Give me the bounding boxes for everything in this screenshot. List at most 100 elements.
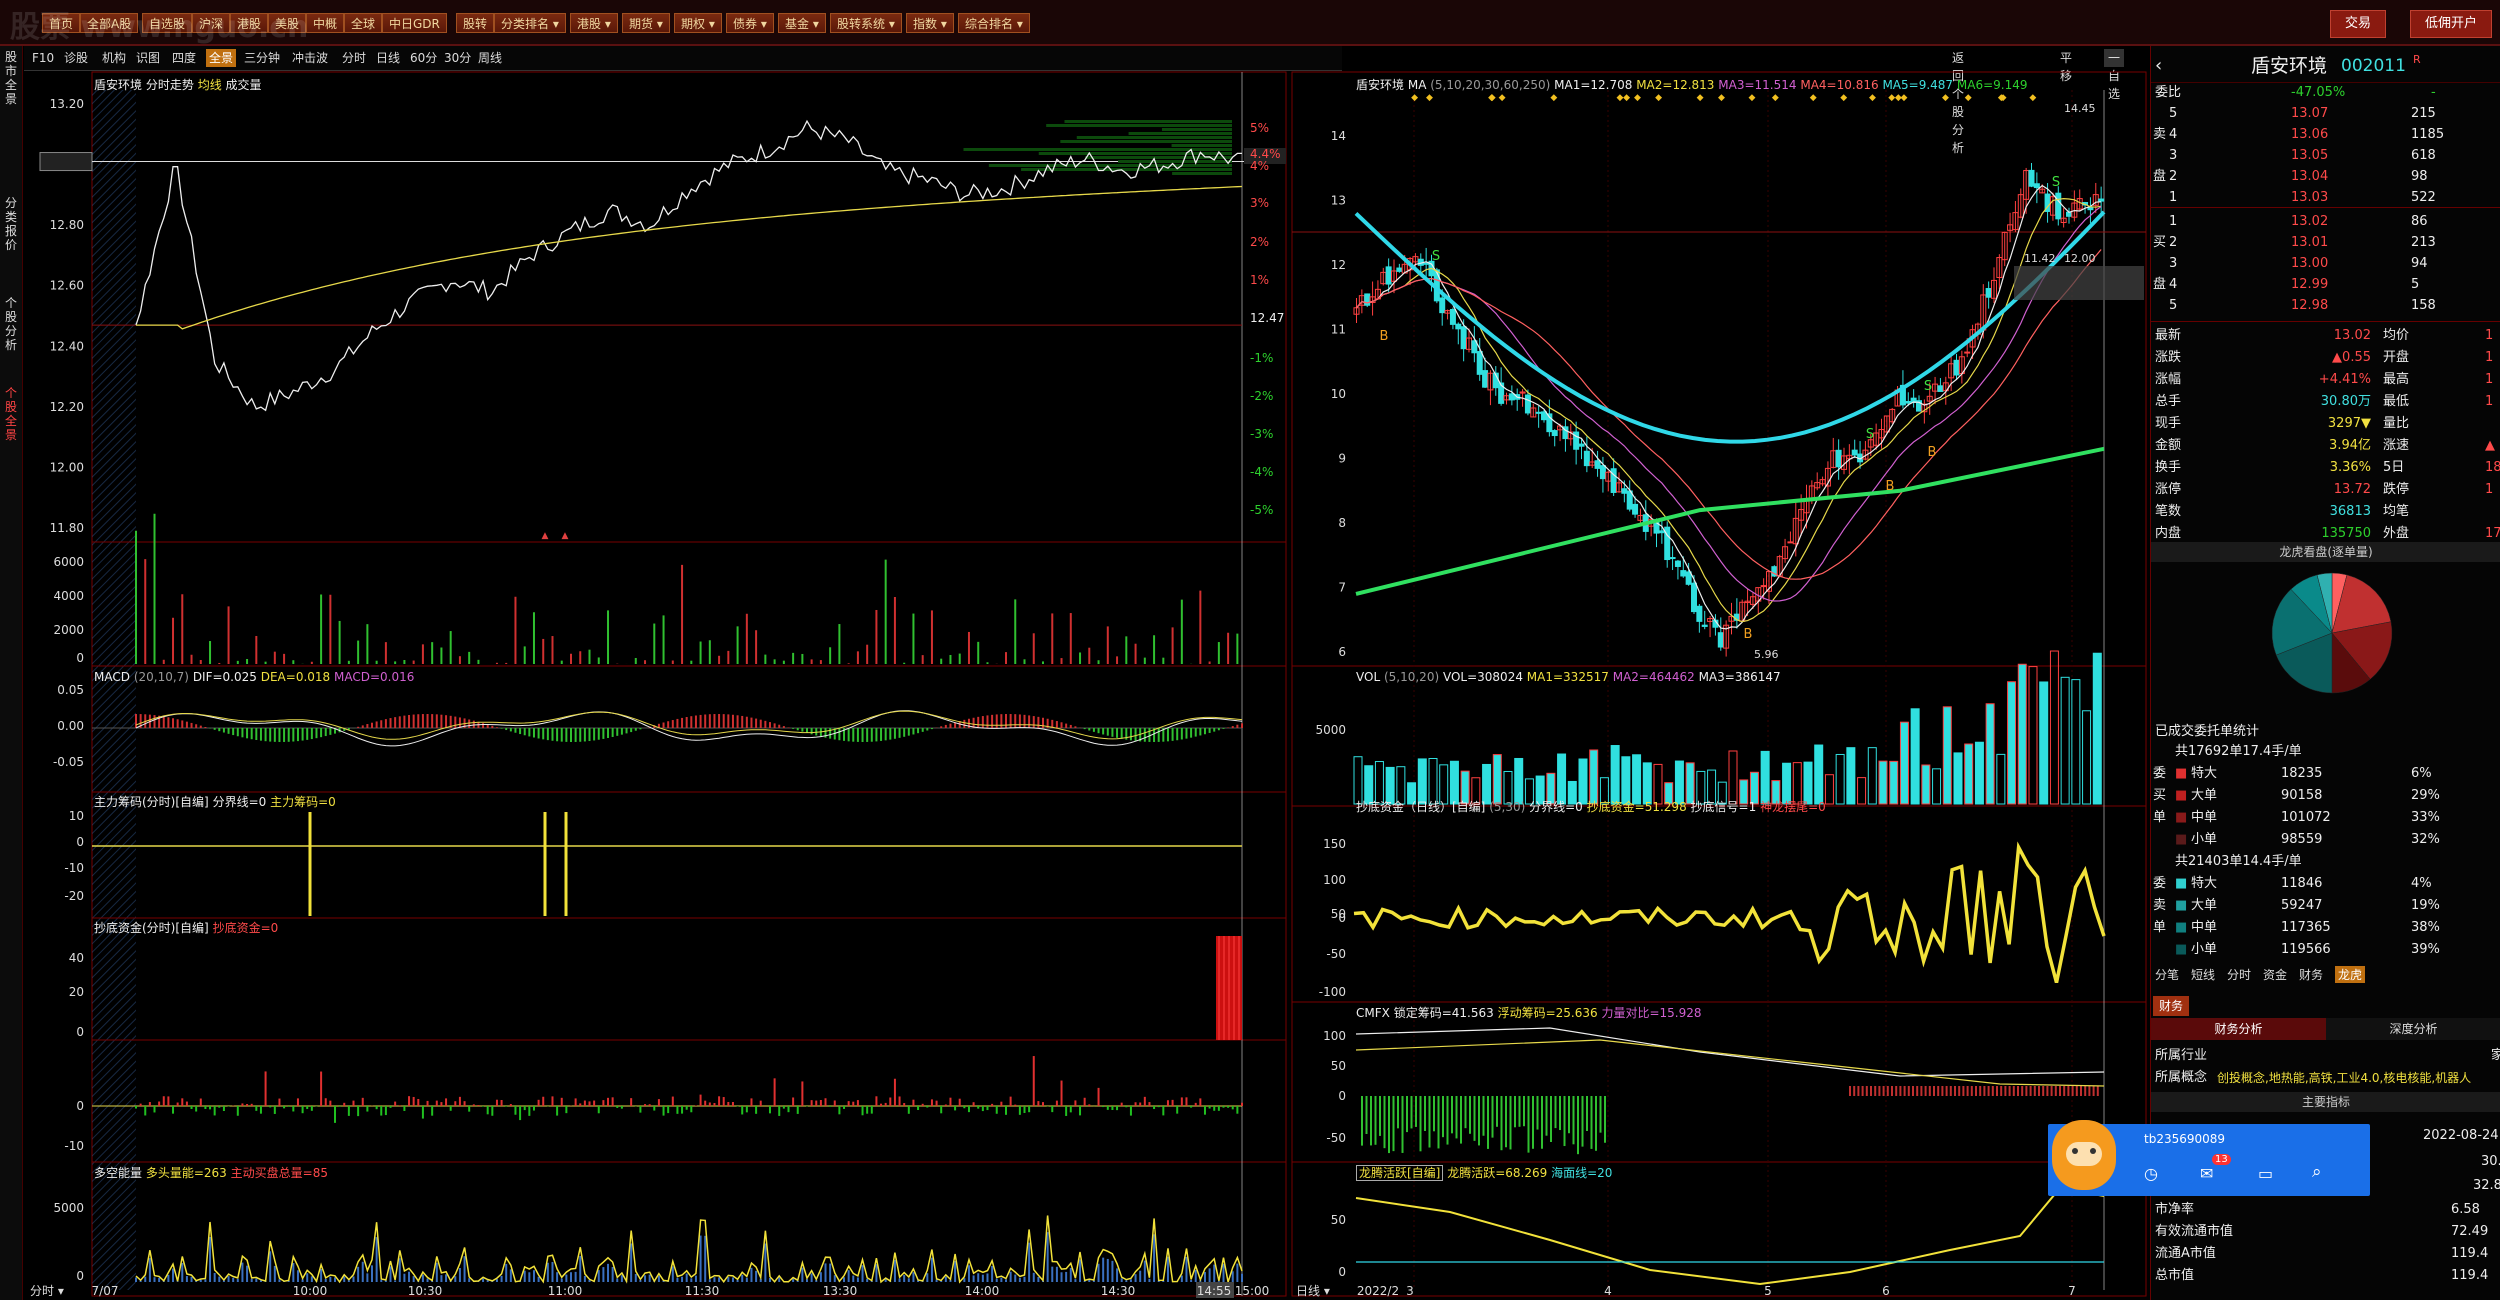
event-diamond: ◆ <box>1426 93 1433 103</box>
kline-body <box>1851 449 1858 456</box>
color-square-icon: ■ <box>2175 876 2188 891</box>
concept-label: 所属概念 <box>2155 1070 2208 1085</box>
sell-total-text: 共17692单17.4手/单 <box>2175 744 2302 759</box>
stat-label-right: 最低 <box>2383 394 2410 409</box>
intraday-vol-legend: 成交量 <box>225 78 262 92</box>
calendar-icon[interactable]: ▭ <box>2258 1164 2273 1183</box>
stock-name: 盾安环境 <box>2251 55 2328 77</box>
lt-label[interactable]: 龙腾活跃[自编] <box>1356 1165 1444 1181</box>
mascot-avatar[interactable] <box>2052 1120 2116 1190</box>
time-axis-label: 11:00 <box>548 1284 583 1298</box>
valuation-row: 有效流通市值 72.49 <box>2151 1222 2500 1242</box>
daily-price-tick: 9 <box>1338 452 1346 466</box>
order-size-label: 特大 <box>2191 766 2218 781</box>
stock-r-badge: R <box>2413 53 2421 66</box>
dk-tick-label: 0 <box>76 1269 84 1283</box>
search-icon[interactable]: ⌕ <box>2312 1162 2322 1182</box>
detail-tab[interactable]: 资金 <box>2263 966 2287 983</box>
daily-volume-bar <box>1953 752 1963 805</box>
order-size-label: 中单 <box>2191 920 2218 935</box>
signal-marker: ▲ <box>542 531 549 541</box>
trade-button[interactable]: 交易 <box>2330 10 2387 38</box>
weibi-value: -47.05% <box>2291 85 2346 100</box>
extra-val1: 30. <box>2481 1154 2500 1169</box>
pct-tick-label: -5% <box>1250 503 1273 517</box>
sell-order-row: 买 ■ 大单 90158 29% <box>2151 786 2500 806</box>
time-axis-label: 11:30 <box>685 1284 720 1298</box>
dcd-label[interactable]: 抄底资金（日线）[自编] <box>1356 800 1485 814</box>
cmfx-tick: 100 <box>1323 1029 1346 1043</box>
order-size-label: 大单 <box>2191 788 2218 803</box>
color-square-icon: ■ <box>2175 766 2188 781</box>
stat-label: 涨停 <box>2155 482 2182 497</box>
bid-pan-label: 盘 <box>2153 277 2167 292</box>
macd-label[interactable]: MACD <box>94 670 130 684</box>
time-axis-label: 7/07 <box>92 1284 119 1298</box>
chat-popup[interactable]: tb235690089 ◷ ✉ 13 ▭ ⌕ <box>2048 1120 2370 1196</box>
ask-volume: 618 <box>2411 148 2436 163</box>
date-axis-label: 4 <box>1604 1284 1612 1298</box>
price-tick-label: 12.20 <box>50 400 84 414</box>
color-square-icon: ■ <box>2175 920 2188 935</box>
depth-bar <box>1064 120 1232 123</box>
buy-order-row: 卖 ■ 大单 59247 19% <box>2151 896 2500 916</box>
daily-volume-bar <box>1878 760 1888 805</box>
time-axis-label: 10:00 <box>293 1284 328 1298</box>
stat-value: 30.80万 <box>2320 394 2371 409</box>
deep-analysis-tab[interactable]: 深度分析 <box>2326 1018 2500 1040</box>
fin-tab[interactable]: 财务 <box>2153 996 2189 1016</box>
fin-analysis-tab[interactable]: 财务分析 <box>2151 1018 2326 1040</box>
kline-body <box>1535 411 1542 414</box>
date-axis-label: 5 <box>1764 1284 1772 1298</box>
kline-body <box>1449 308 1456 325</box>
detail-tab[interactable]: 分时 <box>2227 966 2251 983</box>
stat-row: 笔数 36813 均笔 <box>2151 502 2500 522</box>
cd-tick-label: 20 <box>69 985 84 999</box>
low-commission-button[interactable]: 低佣开户 <box>2410 10 2493 38</box>
dcd-line <box>1353 841 2106 984</box>
concept-value: 创投概念,地热能,高铁,工业4.0,核电核能,机器人 <box>2217 1071 2472 1085</box>
weicha-value: - <box>2431 85 2436 100</box>
price-tick-label: 12.40 <box>50 339 84 353</box>
main-index-title: 主要指标 <box>2151 1092 2500 1112</box>
event-diamond: ◆ <box>1550 93 1557 103</box>
kline-body <box>1423 262 1430 265</box>
detail-tab[interactable]: 分笔 <box>2155 966 2179 983</box>
cd-tick-label: 40 <box>69 951 84 965</box>
zl-label[interactable]: 主力筹码(分时)[自编] <box>94 795 209 809</box>
weibi-label: 委比 <box>2155 85 2182 100</box>
daily-volume-bar <box>1964 743 1974 805</box>
mail-icon[interactable]: ✉ <box>2200 1164 2213 1183</box>
order-volume: 11846 <box>2281 876 2323 891</box>
kline-body <box>1621 488 1628 494</box>
zl-divider: 分界线=0 <box>212 795 267 809</box>
kline-body <box>1669 557 1676 560</box>
pct-tick-label: 5% <box>1250 121 1269 135</box>
stat-label: 内盘 <box>2155 526 2182 541</box>
pre-open-hatch <box>92 90 136 1290</box>
vol-label[interactable]: VOL <box>1356 670 1380 684</box>
daily-price-tick: 8 <box>1338 516 1346 530</box>
back-chevron-icon[interactable]: ‹ <box>2155 52 2162 80</box>
detail-tab[interactable]: 短线 <box>2191 966 2215 983</box>
daily-volume-bar <box>1899 721 1909 805</box>
cd-label[interactable]: 抄底资金(分时)[自编] <box>94 921 209 935</box>
daily-volume-bar <box>1996 753 2006 805</box>
vol-tick-label: 2000 <box>53 623 84 637</box>
event-diamond: ◆ <box>2000 93 2007 103</box>
order-size-label: 小单 <box>2191 832 2218 847</box>
detail-tab[interactable]: 龙虎 <box>2335 966 2366 983</box>
ma-label[interactable]: MA <box>1408 78 1427 92</box>
cmfx-label[interactable]: CMFX <box>1356 1006 1390 1020</box>
cd-value: 抄底资金=0 <box>212 921 279 935</box>
dk-label[interactable]: 多空能量 <box>94 1166 142 1180</box>
stat-label-right: 最高 <box>2383 372 2410 387</box>
history-icon[interactable]: ◷ <box>2144 1164 2158 1183</box>
stat-value-right: 18. <box>2485 460 2500 475</box>
daily-volume-bar <box>1889 760 1899 805</box>
concept-row: 所属概念 创投概念,地热能,高铁,工业4.0,核电核能,机器人 <box>2151 1068 2500 1088</box>
kline-body <box>2098 198 2105 202</box>
detail-tab[interactable]: 财务 <box>2299 966 2323 983</box>
buy-order-row: ■ 小单 119566 39% <box>2151 940 2500 960</box>
stat-row: 涨停 13.72 跌停 1 <box>2151 480 2500 500</box>
